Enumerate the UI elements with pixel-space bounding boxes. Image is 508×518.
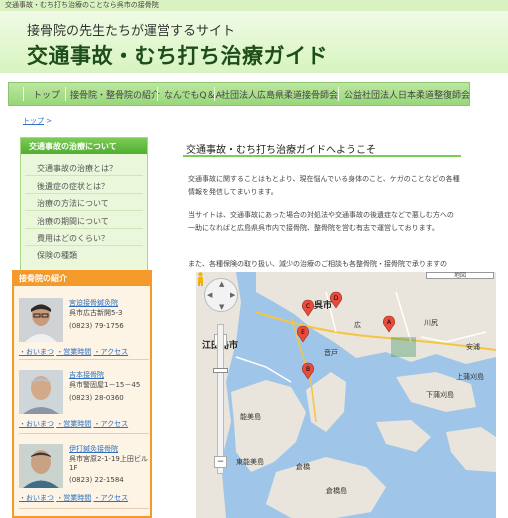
map-label-yasuura: 安浦 xyxy=(466,343,480,351)
clinic-map-link[interactable]: ・おいまつ xyxy=(19,420,54,428)
svg-text:C: C xyxy=(306,303,310,310)
map-label-kawajiri: 川尻 xyxy=(424,319,438,327)
site-header: 接骨院の先生たちが運営するサイト 交通事故・むち打ち治療ガイド xyxy=(0,11,508,73)
clinic-links: ・おいまつ ・営業時間 ・アクセス xyxy=(19,347,128,357)
main-nav: トップ 接骨院・整骨院の紹介 なんでもQ＆A 社団法人広島県柔道接骨師会 公益社… xyxy=(8,82,470,106)
zoom-slider-thumb[interactable] xyxy=(213,368,228,373)
clinic-name-link[interactable]: 宮迫接骨鍼灸院 xyxy=(69,298,118,308)
welcome-heading: 交通事故・むち打ち治療ガイドへようこそ xyxy=(183,137,461,157)
clinic-access-link[interactable]: ・アクセス xyxy=(93,348,128,356)
divider xyxy=(25,210,143,211)
clinic-address: 呉市広古新開5-3 xyxy=(69,309,123,317)
intro-paragraph: 交通事故に関することはもとより、現在悩んでいる身体のこと、ケガのことなどの各種情… xyxy=(188,175,460,196)
clinic-links: ・おいまつ ・営業時間 ・アクセス xyxy=(19,493,128,503)
clinic-list-heading: 接骨院の紹介 xyxy=(14,272,150,286)
side-menu-item-methods[interactable]: 治療の方法について xyxy=(37,198,109,209)
top-banner: 交通事故・むち打ち治療のことなら呉市の接骨院 xyxy=(0,0,508,11)
divider xyxy=(19,508,149,509)
zoom-out-button[interactable]: − xyxy=(214,456,227,468)
clinic-hours-link[interactable]: ・営業時間 xyxy=(56,494,91,502)
divider xyxy=(25,193,143,194)
nav-item-clinics[interactable]: 接骨院・整骨院の紹介 xyxy=(70,88,160,101)
divider xyxy=(25,175,143,176)
clinic-address: 呉市警固屋1－15－45 xyxy=(69,381,141,389)
nav-item-hiroshima-association[interactable]: 社団法人広島県柔道接骨師会 xyxy=(221,88,338,101)
site-subtitle: 接骨院の先生たちが運営するサイト xyxy=(27,24,236,39)
site-title[interactable]: 交通事故・むち打ち治療ガイド xyxy=(27,40,328,70)
clinic-photo xyxy=(19,444,63,488)
pan-right-icon[interactable]: ▶ xyxy=(230,291,235,299)
clinic-phone: (0823) 22-1584 xyxy=(69,476,124,484)
clinic-phone: (0823) 79-1756 xyxy=(69,322,124,330)
street-view-pegman-icon[interactable] xyxy=(196,272,205,286)
clinic-photo xyxy=(19,298,63,342)
clinic-map-link[interactable]: ・おいまつ xyxy=(19,494,54,502)
side-menu-item-aftereffects[interactable]: 後遺症の症状とは？ xyxy=(37,181,109,192)
divider xyxy=(25,245,143,246)
insurance-paragraph: また、各種保険の取り扱い、減少の治療のご相談も各整骨院・接骨院で承りますの xyxy=(188,260,447,268)
side-menu-item-duration[interactable]: 治療の期間について xyxy=(37,216,109,227)
clinic-photo xyxy=(19,370,63,414)
side-menu-item-cost[interactable]: 費用はどのくらい？ xyxy=(37,233,109,244)
breadcrumb: トップ > xyxy=(23,116,52,126)
clinic-address: 呉市宮原2-1-19上田ビル1F xyxy=(69,455,148,472)
clinic-list-panel: 接骨院の紹介 宮迫接骨鍼灸院 呉市広古新開5-3 (0823) 79-1756 … xyxy=(12,270,152,518)
clinic-name-link[interactable]: 吉本接骨院 xyxy=(69,370,104,380)
pan-left-icon[interactable]: ◀ xyxy=(207,291,212,299)
welcome-heading-text: 交通事故・むち打ち治療ガイドへようこそ xyxy=(186,145,376,156)
svg-text:D: D xyxy=(334,295,339,302)
divider xyxy=(19,359,149,360)
clinic-access-link[interactable]: ・アクセス xyxy=(93,420,128,428)
map-label-kamikamagari: 上蒲刈島 xyxy=(456,373,484,381)
nav-separator xyxy=(23,87,24,101)
divider xyxy=(19,433,149,434)
pan-up-icon[interactable]: ▲ xyxy=(219,280,224,288)
clinic-hours-link[interactable]: ・営業時間 xyxy=(56,348,91,356)
nav-separator xyxy=(157,87,158,101)
clinic-links: ・おいまつ ・営業時間 ・アクセス xyxy=(19,419,128,429)
top-banner-text: 交通事故・むち打ち治療のことなら呉市の接骨院 xyxy=(5,1,159,9)
map-pan-control[interactable]: ▲ ▼ ◀ ▶ xyxy=(204,278,238,312)
about-paragraph: 当サイトは、交通事故にあった場合の対処法や交通事故の後遺症などで悪しむ方への一助… xyxy=(188,211,454,232)
zoom-slider-track[interactable] xyxy=(217,324,224,474)
pan-down-icon[interactable]: ▼ xyxy=(219,303,224,311)
map-label-kurahashi: 倉橋島 xyxy=(326,487,347,495)
divider xyxy=(25,228,143,229)
map-label-tono: 東能美島 xyxy=(236,458,264,466)
map-label-kurahashi-town: 倉橋 xyxy=(296,463,310,471)
clinic-hours-link[interactable]: ・営業時間 xyxy=(56,420,91,428)
nav-separator xyxy=(338,87,339,101)
svg-text:E: E xyxy=(301,329,305,336)
clinic-phone: (0823) 28-0360 xyxy=(69,394,124,402)
nav-separator xyxy=(65,87,66,101)
map-label-shimo-kamagari: 下蒲刈島 xyxy=(426,391,454,399)
nav-separator xyxy=(214,87,215,101)
svg-text:B: B xyxy=(306,366,310,373)
side-menu: 交通事故の治療について 交通事故の治療とは？ 後遺症の症状とは？ 治療の方法につ… xyxy=(20,137,148,272)
clinic-access-link[interactable]: ・アクセス xyxy=(93,494,128,502)
map-label-kure: 呉市 xyxy=(314,301,333,311)
side-menu-item-treatment[interactable]: 交通事故の治療とは？ xyxy=(37,163,117,174)
map-label-hiro: 広 xyxy=(354,321,361,329)
clinic-map-link[interactable]: ・おいまつ xyxy=(19,348,54,356)
breadcrumb-separator: > xyxy=(46,117,53,125)
breadcrumb-top-link[interactable]: トップ xyxy=(23,117,44,125)
map-type-button[interactable]: 地図 xyxy=(426,272,494,279)
clinic-name-link[interactable]: 伊打鍼灸接骨院 xyxy=(69,444,118,454)
side-menu-heading: 交通事故の治療について xyxy=(21,138,147,154)
clinic-map[interactable]: D C E A B 呉市 江田島市 下蒲刈島 上蒲刈島 倉橋島 能美島 倉橋 東… xyxy=(196,272,496,518)
side-menu-item-insurance[interactable]: 保険の種類 xyxy=(37,250,77,261)
map-label-ondo: 音戸 xyxy=(324,349,338,357)
nav-item-top[interactable]: トップ xyxy=(33,88,60,101)
nav-item-japan-association[interactable]: 公益社団法人日本柔道整復師会 xyxy=(344,88,470,101)
map-label-nomi: 能美島 xyxy=(240,413,261,421)
